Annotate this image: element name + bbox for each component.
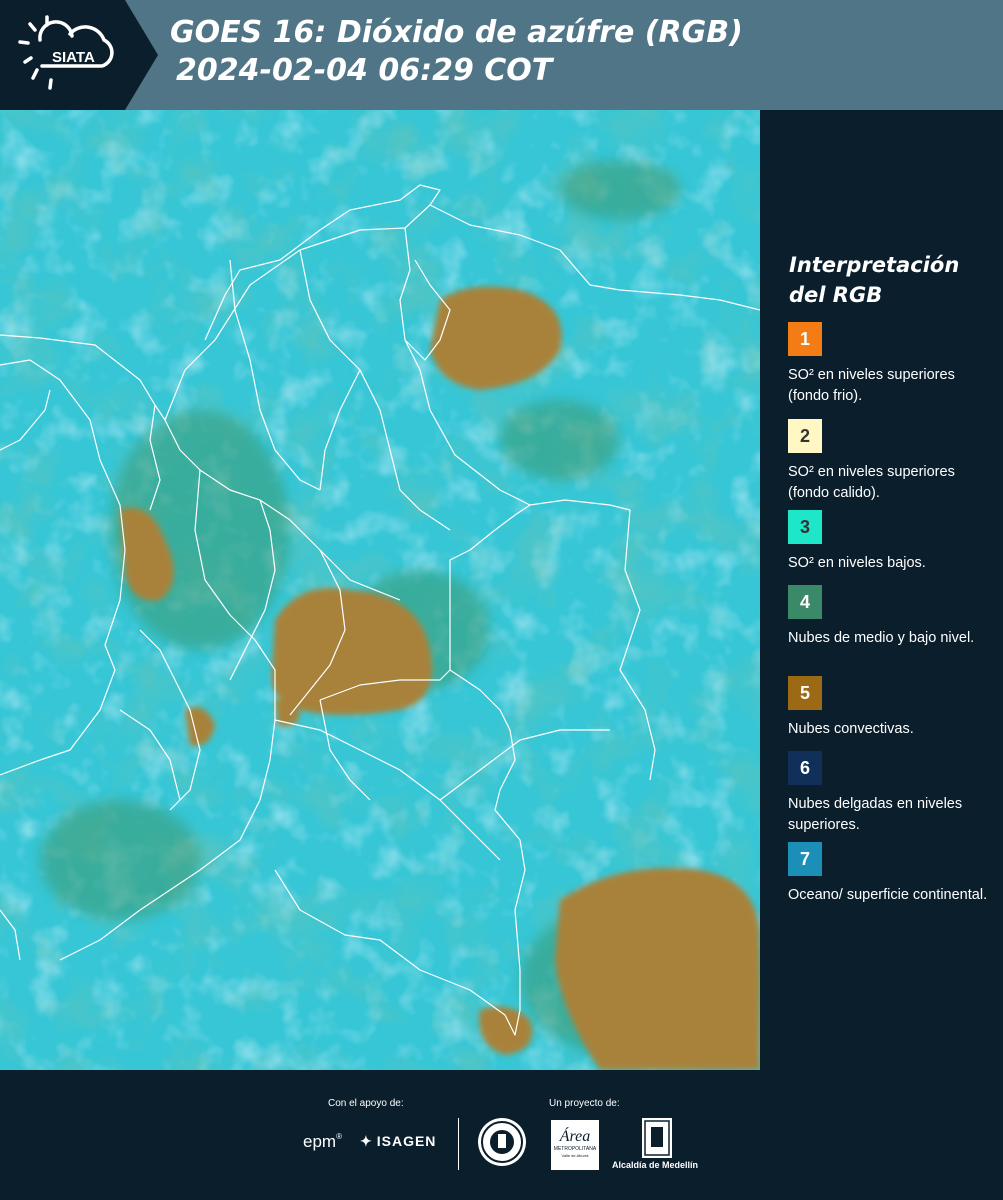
legend-item-4: 4 Nubes de medio y bajo nivel. [788, 585, 993, 649]
legend-item-6: 6 Nubes delgadas en niveles superiores. [788, 751, 993, 836]
legend-text-7: Oceano/ superficie continental. [788, 887, 988, 903]
area-metropolitana-logo: Área METROPOLITANA Valle de Aburrá [551, 1120, 599, 1170]
epm-logo: epm® [303, 1132, 342, 1152]
legend-text-5: Nubes convectivas. [788, 721, 914, 737]
legend-title: Interpretación del RGB [789, 253, 960, 307]
svg-text:SIATA: SIATA [52, 49, 95, 66]
legend-item-2: 2 SO² en niveles superiores (fondo calid… [788, 419, 993, 504]
legend-swatch-4: 4 [788, 585, 822, 619]
alcaldia-shield-icon [642, 1118, 672, 1158]
siata-logo: SIATA [0, 0, 160, 110]
area-logo-subtext-2: Valle de Aburrá [561, 1153, 589, 1158]
legend-number-2: 2 [799, 425, 810, 446]
satellite-map [0, 110, 760, 1070]
epm-logo-text: epm [303, 1132, 337, 1151]
legend-swatch-2: 2 [788, 419, 822, 453]
legend-swatch-7: 7 [788, 842, 822, 876]
title-line-2: 2024-02-04 06:29 COT [176, 53, 553, 88]
footer-divider [458, 1118, 459, 1170]
isagen-logo: ✦ ISAGEN [360, 1133, 436, 1150]
legend-panel: Interpretación del RGB 1 SO² en niveles … [760, 110, 1003, 1070]
medellin-seal-icon [478, 1118, 526, 1166]
legend-item-5: 5 Nubes convectivas. [788, 676, 993, 740]
legend-item-3: 3 SO² en niveles bajos. [788, 510, 993, 574]
legend-text-6: Nubes delgadas en niveles superiores. [788, 796, 963, 833]
legend-text-2: SO² en niveles superiores (fondo calido)… [788, 464, 955, 501]
area-logo-subtext: METROPOLITANA [553, 1146, 597, 1152]
legend-swatch-1: 1 [788, 322, 822, 356]
legend-item-1: 1 SO² en niveles superiores (fondo frio)… [788, 322, 993, 407]
isagen-mark-icon: ✦ [360, 1133, 373, 1149]
legend-text-1: SO² en niveles superiores (fondo frio). [788, 367, 955, 404]
legend-text-3: SO² en niveles bajos. [788, 555, 926, 571]
legend-swatch-6: 6 [788, 751, 822, 785]
project-label: Un proyecto de: [549, 1098, 620, 1109]
legend-text-4: Nubes de medio y bajo nivel. [788, 630, 975, 646]
legend-number-5: 5 [799, 682, 810, 703]
legend-number-7: 7 [799, 848, 810, 869]
legend-number-6: 6 [799, 757, 810, 778]
title-line-1: GOES 16: Dióxido de azúfre (RGB) [170, 15, 743, 50]
support-label: Con el apoyo de: [328, 1098, 404, 1109]
legend-number-3: 3 [799, 516, 810, 537]
legend-swatch-3: 3 [788, 510, 822, 544]
area-logo-text: Área [559, 1128, 591, 1145]
legend-swatch-5: 5 [788, 676, 822, 710]
legend-item-7: 7 Oceano/ superficie continental. [788, 842, 993, 906]
legend-number-1: 1 [799, 328, 810, 349]
legend-number-4: 4 [799, 591, 810, 612]
footer-bar: Con el apoyo de: Un proyecto de: epm® ✦ I… [0, 1070, 1003, 1200]
header-bar: SIATA GOES 16: Dióxido de azúfre (RGB) 20… [0, 0, 1003, 110]
epm-registered-mark: ® [336, 1132, 342, 1141]
alcaldia-label: Alcaldía de Medellín [612, 1160, 699, 1170]
page-title: GOES 16: Dióxido de azúfre (RGB) 2024-02-… [170, 14, 743, 90]
isagen-logo-text: ISAGEN [376, 1133, 437, 1149]
